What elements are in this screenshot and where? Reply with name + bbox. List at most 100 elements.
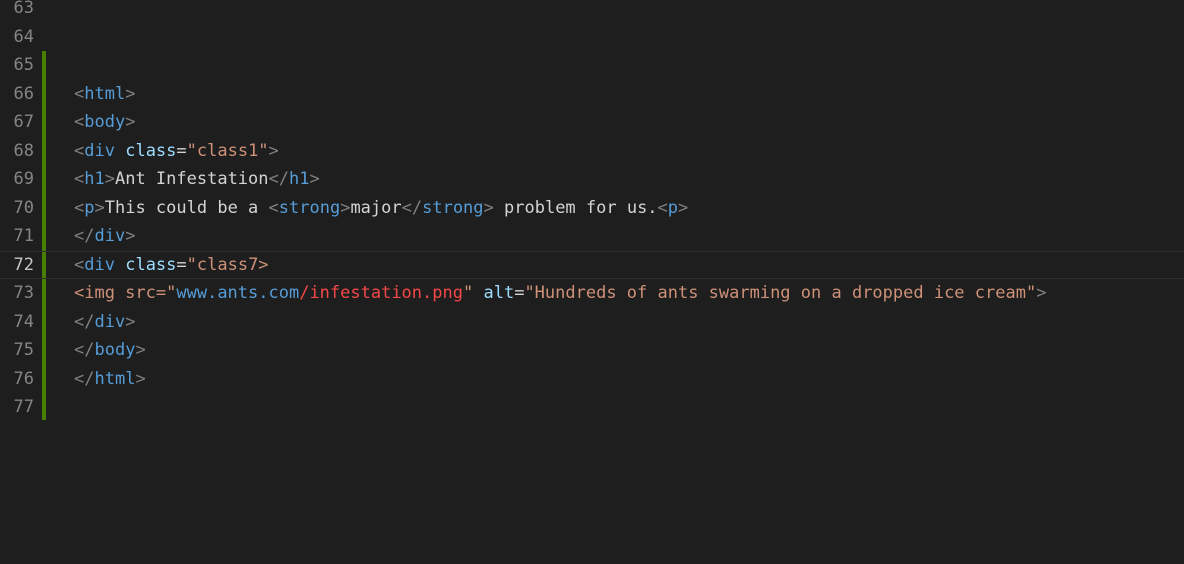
token-punct: </ bbox=[74, 340, 95, 360]
token-tag: www.ants.com bbox=[176, 283, 300, 303]
code-line[interactable]: 63 bbox=[0, 0, 1184, 23]
token-str: " bbox=[166, 283, 177, 303]
line-code: <body> bbox=[74, 108, 135, 137]
code-line[interactable]: 68 <div class="class1"> bbox=[0, 137, 1184, 166]
line-number: 68 bbox=[13, 140, 34, 161]
code-line[interactable]: 69 <h1>Ant Infestation</h1> bbox=[0, 165, 1184, 194]
token-tag: p bbox=[667, 197, 679, 218]
code-line[interactable]: 74 </div> bbox=[0, 308, 1184, 337]
line-code: <h1>Ant Infestation</h1> bbox=[74, 165, 320, 194]
token-tag: div bbox=[94, 311, 126, 332]
token-tag: html bbox=[94, 368, 136, 389]
token-punct: > bbox=[135, 340, 146, 360]
token-tag: h1 bbox=[289, 169, 310, 189]
code-line[interactable]: 65 bbox=[0, 51, 1184, 80]
code-line[interactable]: 66 <html> bbox=[0, 80, 1184, 109]
line-number: 73 bbox=[13, 283, 34, 303]
token-punct: < bbox=[74, 83, 85, 104]
line-code: </div> bbox=[74, 308, 135, 337]
code-line[interactable]: 64 bbox=[0, 23, 1184, 52]
token-tag: p bbox=[84, 197, 95, 218]
code-line[interactable]: 70 <p>This could be a <strong>major</stro… bbox=[0, 194, 1184, 223]
token-attr: class bbox=[125, 140, 177, 161]
token-text: This could be a bbox=[104, 197, 269, 218]
token-punct: > bbox=[340, 197, 351, 218]
line-number: 72 bbox=[13, 254, 34, 275]
token-tag: html bbox=[84, 83, 126, 104]
token-text: problem for us. bbox=[493, 197, 658, 218]
code-line[interactable]: 73 <img src="www.ants.com/infestation.png… bbox=[0, 279, 1184, 308]
token-punct: > bbox=[94, 197, 105, 218]
token-punct: < bbox=[74, 254, 85, 275]
token-eq: = bbox=[514, 283, 525, 303]
token-punct: < bbox=[74, 197, 85, 218]
line-code: <div class="class7> bbox=[74, 251, 269, 280]
token-punct: < bbox=[268, 197, 279, 218]
token-str: <img src= bbox=[74, 283, 167, 303]
code-line[interactable]: 77 bbox=[0, 393, 1184, 422]
code-editor[interactable]: 63 64 65 66 <html> 67 <body> 68 <div class="clas… bbox=[0, 0, 1184, 564]
token-punct: > bbox=[135, 368, 146, 389]
token-tag: strong bbox=[278, 197, 341, 218]
token-punct: > bbox=[1036, 283, 1047, 303]
line-number: 67 bbox=[13, 112, 34, 132]
token-punct: > bbox=[678, 197, 689, 218]
code-line[interactable]: 76 </html> bbox=[0, 365, 1184, 394]
token-eq: = bbox=[176, 254, 187, 275]
token-punct: < bbox=[74, 169, 85, 189]
token-punct: < bbox=[657, 197, 668, 218]
token-text: Ant Infestation bbox=[114, 169, 269, 189]
token-punct: </ bbox=[74, 311, 95, 332]
token-punct: </ bbox=[268, 169, 289, 189]
token-tag: strong bbox=[422, 197, 484, 218]
code-line[interactable]: 75 </body> bbox=[0, 336, 1184, 365]
line-number: 64 bbox=[13, 26, 34, 47]
line-code: </html> bbox=[74, 365, 146, 394]
token-punct: > bbox=[125, 311, 136, 332]
token-punct: </ bbox=[74, 226, 95, 246]
token-tag: body bbox=[94, 340, 136, 360]
code-line[interactable]: 71 </div> bbox=[0, 222, 1184, 251]
token-str: "class7> bbox=[186, 254, 269, 275]
token-punct: > bbox=[483, 197, 494, 218]
code-line[interactable]: 72 <div class="class7> bbox=[0, 251, 1184, 280]
line-number: 75 bbox=[13, 340, 34, 360]
line-number: 70 bbox=[13, 197, 34, 218]
token-str: " bbox=[462, 283, 474, 303]
token-punct: > bbox=[309, 169, 320, 189]
token-punct: < bbox=[74, 112, 85, 132]
line-number: 76 bbox=[13, 368, 34, 389]
token-str: "class1" bbox=[186, 140, 269, 161]
line-number: 65 bbox=[13, 55, 34, 75]
line-number: 71 bbox=[13, 226, 34, 246]
token-eq: = bbox=[176, 140, 187, 161]
line-code: <img src="www.ants.com/infestation.png" … bbox=[74, 279, 1046, 308]
line-number: 69 bbox=[13, 169, 34, 189]
line-number: 66 bbox=[13, 83, 34, 104]
line-code: <html> bbox=[74, 80, 135, 109]
line-code: <div class="class1"> bbox=[74, 137, 279, 166]
token-punct: > bbox=[268, 140, 279, 161]
line-number: 77 bbox=[13, 397, 34, 417]
line-code: </body> bbox=[74, 336, 146, 365]
token-punct: > bbox=[104, 169, 115, 189]
token-attr: alt bbox=[483, 283, 515, 303]
line-code: <p>This could be a <strong>major</strong… bbox=[74, 194, 688, 223]
token-tag: body bbox=[84, 112, 126, 132]
line-number: 74 bbox=[13, 311, 34, 332]
token-punct: > bbox=[125, 83, 136, 104]
code-line[interactable]: 67 <body> bbox=[0, 108, 1184, 137]
token-attr: class bbox=[125, 254, 177, 275]
token-tag: div bbox=[94, 226, 126, 246]
token-text: major bbox=[350, 197, 402, 218]
token-punct: </ bbox=[401, 197, 423, 218]
token-err: /infestation.png bbox=[299, 283, 463, 303]
token-punct: </ bbox=[74, 368, 95, 389]
token-tag: div bbox=[84, 254, 115, 275]
token-tag: h1 bbox=[84, 169, 105, 189]
token-str: "Hundreds of ants swarming on a dropped … bbox=[524, 283, 1037, 303]
token-punct: > bbox=[125, 226, 136, 246]
line-code: </div> bbox=[74, 222, 135, 251]
